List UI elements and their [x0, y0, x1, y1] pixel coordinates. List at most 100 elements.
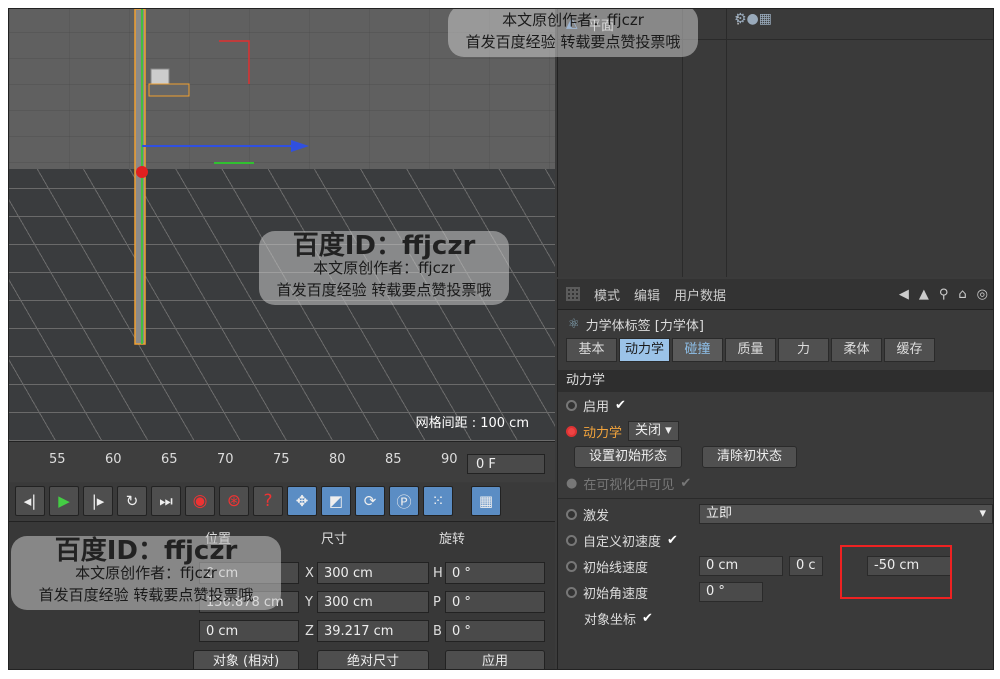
help-icon[interactable]: ?: [253, 486, 283, 516]
rotation-p-field[interactable]: 0 °: [445, 591, 545, 613]
rotation-b-field[interactable]: 0 °: [445, 620, 545, 642]
viewport-3d[interactable]: 网格间距 : 100 cm 百度ID：ffjczr 本文原创作者：ffjczr …: [9, 9, 555, 441]
enable-checkbox[interactable]: ✔: [615, 398, 626, 413]
initial-linear-x-field[interactable]: 0 cm: [699, 556, 783, 576]
play-icon[interactable]: ▶: [49, 486, 79, 516]
tick-label: 65: [161, 452, 178, 467]
viewport-visible-label: 在可视化中可见: [583, 477, 675, 493]
param-icon[interactable]: Ⓟ: [389, 486, 419, 516]
tag-title-text: 力学体标签 [力学体]: [585, 318, 704, 334]
tag-icons[interactable]: ⚙●▦: [734, 11, 772, 27]
grid-spacing-label: 网格间距 : 100 cm: [415, 416, 529, 431]
custom-velocity-radio-icon[interactable]: [566, 534, 577, 546]
tick-label: 70: [217, 452, 234, 467]
divider: [558, 498, 993, 499]
tab-bar: 基本 动力学 碰撞 质量 力 柔体 缓存: [558, 338, 993, 362]
enable-radio-icon[interactable]: [566, 399, 577, 411]
viewport-objects: [134, 9, 309, 345]
attached-bracket: [148, 83, 190, 97]
watermark-bottom-id: 百度ID：ffjczr: [54, 536, 238, 566]
initial-angular-x-field[interactable]: 0 °: [699, 582, 763, 602]
trigger-value: 立即: [706, 506, 733, 521]
clear-initial-state-button[interactable]: 清除初状态: [702, 446, 798, 468]
watermark-top-line2: 首发百度经验 转载要点赞投票哦: [465, 33, 681, 51]
viewport-visible-checkbox[interactable]: ✔: [680, 476, 691, 491]
record-icon[interactable]: ◉: [185, 486, 215, 516]
loop-icon[interactable]: ↻: [117, 486, 147, 516]
apply-button[interactable]: 应用: [445, 650, 545, 669]
tab-dynamics[interactable]: 动力学: [619, 338, 670, 362]
attribute-manager[interactable]: 模式 编辑 用户数据 ◀ ▲ ⚲ ⌂ ◎ ⚛ 力学体标签 [力学体] 基本 动力…: [557, 279, 993, 669]
axis-label: P: [433, 595, 441, 610]
dynamics-label: 动力学: [583, 425, 623, 441]
lock-icon[interactable]: ⌂: [958, 287, 966, 302]
film-strip-icon[interactable]: ▦: [471, 486, 501, 516]
tick-label: 75: [273, 452, 290, 467]
tab-collision[interactable]: 碰撞: [672, 338, 723, 362]
rotate-icon[interactable]: ⟳: [355, 486, 385, 516]
target-icon[interactable]: ◎: [977, 287, 988, 302]
next-key-icon[interactable]: |▸: [83, 486, 113, 516]
menu-userdata[interactable]: 用户数据: [674, 285, 726, 304]
up-arrow-icon[interactable]: ▲: [919, 287, 929, 302]
back-arrow-icon[interactable]: ◀: [899, 287, 909, 302]
timeline-ruler[interactable]: 55 60 65 70 75 80 85 90: [9, 442, 465, 482]
object-coords-label: 对象坐标: [584, 612, 637, 628]
transport-controls: ◂| ▶ |▸ ↻ ⏭ ◉ ⊛ ? ✥ ◩ ⟳ Ⓟ ⁙ ▦: [9, 483, 555, 519]
axis-label: X: [305, 566, 314, 581]
set-initial-state-button[interactable]: 设置初始形态: [574, 446, 683, 468]
viewport-visible-dot-icon: ●: [566, 475, 578, 491]
initial-linear-label: 初始线速度: [583, 560, 649, 576]
current-frame-field[interactable]: 0 F: [467, 454, 545, 474]
grid-dots-icon[interactable]: ⁙: [423, 486, 453, 516]
dynamics-radio-icon[interactable]: [566, 425, 577, 437]
row-initial-state: 设置初始形态 清除初状态: [558, 444, 993, 470]
initial-linear-y-field[interactable]: 0 c: [789, 556, 823, 576]
size-x-field[interactable]: 300 cm: [317, 562, 429, 584]
trigger-radio-icon[interactable]: [566, 508, 577, 520]
rotation-h-field[interactable]: 0 °: [445, 562, 545, 584]
prev-key-icon[interactable]: ◂|: [15, 486, 45, 516]
row-enable: 启用 ✔: [558, 392, 993, 418]
row-viewport-visible: ● 在可视化中可见 ✔: [558, 470, 993, 496]
tick-label: 80: [329, 452, 346, 467]
watermark-top-line1: 本文原创作者：ffjczr: [502, 11, 644, 29]
size-y-field[interactable]: 300 cm: [317, 591, 429, 613]
initial-linear-radio-icon[interactable]: [566, 560, 577, 572]
tab-basic[interactable]: 基本: [566, 338, 617, 362]
dynamics-dropdown[interactable]: 关闭 ▾: [628, 421, 679, 441]
enable-label: 启用: [583, 399, 610, 415]
axis-label: H: [433, 566, 443, 581]
custom-velocity-checkbox[interactable]: ✔: [667, 533, 678, 548]
trigger-dropdown[interactable]: 立即 ▾: [699, 504, 993, 524]
object-coords-checkbox[interactable]: ✔: [642, 611, 653, 626]
autokey-icon[interactable]: ⊛: [219, 486, 249, 516]
row-object-coords: 对象坐标 ✔: [558, 605, 993, 631]
watermark-top: 本文原创作者：ffjczr 首发百度经验 转载要点赞投票哦: [448, 9, 698, 57]
initial-angular-radio-icon[interactable]: [566, 586, 577, 598]
coordinate-mode-dropdown[interactable]: 对象 (相对): [193, 650, 299, 669]
row-trigger: 激发 立即 ▾: [558, 501, 993, 527]
goto-end-icon[interactable]: ⏭: [151, 486, 181, 516]
size-z-field[interactable]: 39.217 cm: [317, 620, 429, 642]
scale-icon[interactable]: ◩: [321, 486, 351, 516]
tick-label: 55: [49, 452, 66, 467]
object-manager[interactable]: 平面 ◭ ⁝ ⚙●▦ 本文原创作者：ffjczr 首发百度经验 转载要点赞投票哦: [448, 9, 993, 277]
timeline[interactable]: 55 60 65 70 75 80 85 90 0 F: [9, 441, 555, 482]
tab-mass[interactable]: 质量: [725, 338, 776, 362]
grip-icon: [566, 287, 580, 301]
search-icon[interactable]: ⚲: [939, 287, 949, 302]
size-mode-dropdown[interactable]: 绝对尺寸: [317, 650, 429, 669]
row-dynamics: 动力学 关闭 ▾: [558, 418, 993, 444]
menu-edit[interactable]: 编辑: [634, 285, 660, 304]
tab-cache[interactable]: 缓存: [884, 338, 935, 362]
initial-angular-label: 初始角速度: [583, 586, 649, 602]
world-axis-x: [219, 40, 250, 84]
move-icon[interactable]: ✥: [287, 486, 317, 516]
position-z-field[interactable]: 0 cm: [199, 620, 299, 642]
tab-softbody[interactable]: 柔体: [831, 338, 882, 362]
menu-mode[interactable]: 模式: [594, 285, 620, 304]
tab-force[interactable]: 力: [778, 338, 829, 362]
z-axis-arrow[interactable]: [291, 140, 309, 152]
object-origin-handle[interactable]: [136, 166, 148, 178]
